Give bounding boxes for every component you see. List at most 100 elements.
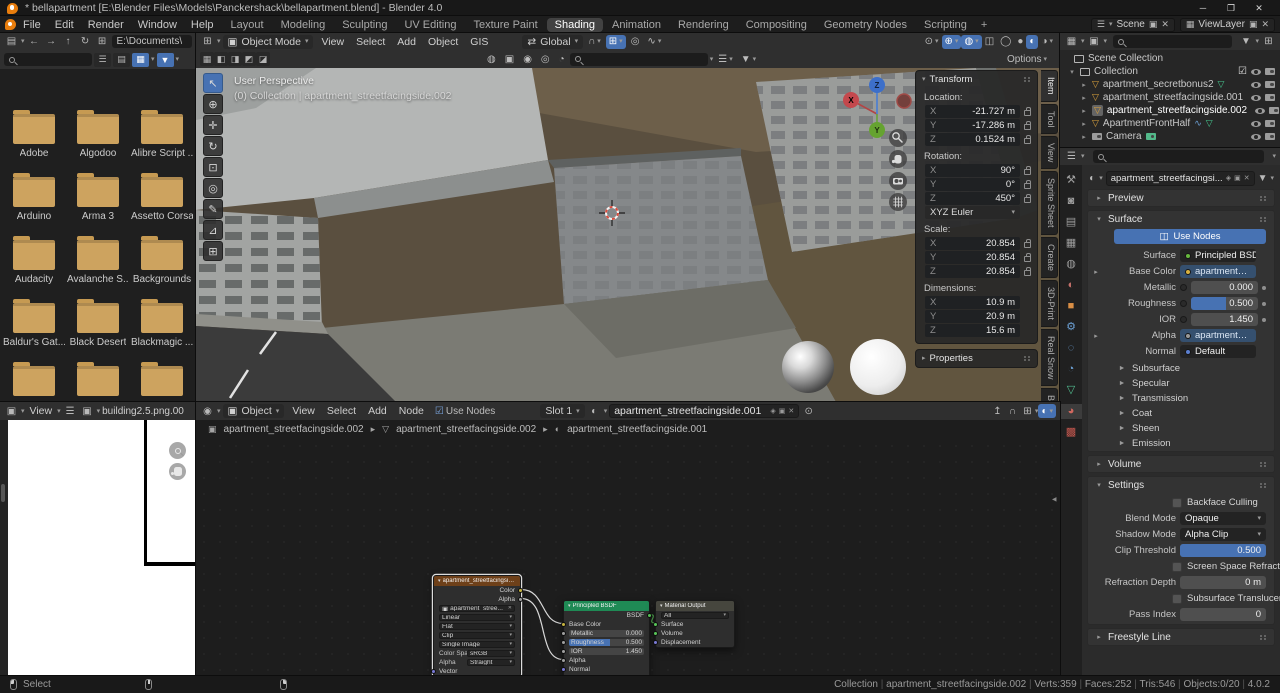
transform-orientation-dropdown[interactable]: ⇄ Global ▾ [522,35,583,49]
settings-panel-header[interactable]: ▾Settings [1088,477,1274,493]
pass-index-slider[interactable]: 0 [1180,608,1266,621]
lock-icon[interactable] [1024,256,1031,262]
material-icon[interactable]: ◐ [1088,173,1096,184]
expand-icon[interactable]: ▸ [1092,268,1100,276]
editor-type-icon[interactable]: ▤ [4,36,19,47]
volume-input-socket[interactable] [653,631,658,636]
breadcrumb-mesh[interactable]: apartment_streetfacingside.002 [396,424,536,435]
folder-item[interactable]: Arma 3 [66,172,130,223]
grid-snap-icon[interactable]: ⊞ [1020,406,1035,417]
camera-row[interactable]: ▸ Camera [1060,130,1280,143]
source-dropdown[interactable]: Single Image▾ [439,641,515,648]
new-folder-button[interactable]: ⊞ [95,36,110,47]
ior-node-slider[interactable]: IOR1.450 [569,648,644,655]
object-visibility-button[interactable]: ⊙▾ [922,35,942,49]
editor-type-icon[interactable]: ◉ [200,406,215,417]
viewport-tool-button[interactable]: ✎ [203,199,223,219]
image-pan-button[interactable] [169,463,186,480]
alpha-field[interactable]: apartment_streetfacin... [1180,329,1256,342]
upload-icon[interactable]: ↥ [990,406,1005,417]
copy-icon[interactable]: ▣ [779,408,786,415]
editor-type-icon[interactable]: ▦ [1064,36,1079,47]
use-nodes-checkbox[interactable]: ☑Use Nodes [432,404,498,418]
lock-icon[interactable] [1024,110,1031,116]
filter-icon[interactable]: ▼ [1238,36,1253,47]
folder-item[interactable]: Alibre Script ... [130,109,194,160]
menu-icon[interactable]: ☰ [63,406,78,417]
sidebar-tab[interactable]: Create [1041,237,1058,278]
lock-icon[interactable] [1024,242,1031,248]
path-field[interactable]: E:\Documents\ [112,35,192,48]
viewport-tool-button[interactable]: ⊞ [203,241,223,261]
viewport-menu-item[interactable]: Add [391,36,422,48]
scene-collection-row[interactable]: Scene Collection [1060,52,1280,65]
proportional-edit-button[interactable]: ◎ [628,35,643,49]
close-button[interactable]: ✕ [1245,3,1273,14]
editor-type-icon[interactable]: ☰ [1064,151,1079,162]
menubar-item[interactable]: File [16,19,48,31]
folder-item[interactable] [66,361,130,402]
hide-viewport-icon[interactable] [1251,69,1261,75]
collection-checkbox[interactable]: ☑ [1238,67,1247,77]
ior-slider[interactable]: 1.450 [1191,313,1258,326]
projection-dropdown[interactable]: Flat▾ [439,623,515,630]
dimensions-y-field[interactable]: Y20.9 m [925,310,1020,323]
axis-x-negative[interactable] [897,94,911,108]
disable-render-icon[interactable] [1269,107,1279,114]
menubar-item[interactable]: Help [184,19,221,31]
hide-viewport-icon[interactable] [1255,108,1265,114]
minimize-button[interactable]: ─ [1189,3,1217,14]
shader-menu-item[interactable]: Select [321,405,362,417]
color-output-socket[interactable] [518,588,523,593]
expand-icon[interactable]: ▸ [1080,133,1088,141]
collection-row[interactable]: ▾ Collection ☑ [1060,65,1280,78]
xray-button[interactable]: ◫ [982,35,997,49]
colorspace-dropdown[interactable]: sRGB▾ [467,650,515,657]
shader-material-field[interactable]: apartment_streetfacingside.001 ◈ ▣ ✕ [609,404,799,418]
viewport-tool-button[interactable]: ⊡ [203,157,223,177]
view-list-button[interactable]: ☰ [94,53,111,67]
shader-menu-item[interactable]: Add [362,405,393,417]
shading-solid-button[interactable]: ● [1014,35,1026,49]
tool-settings-icon[interactable]: ◎ [538,52,553,66]
lock-icon[interactable] [1024,183,1031,189]
location-y-field[interactable]: Y-17.286 m [925,119,1020,132]
expand-icon[interactable]: ▸ [1092,332,1100,340]
chevron-down-icon[interactable]: ▾ [1272,153,1276,160]
tool-settings-icon[interactable]: ◔ [556,52,568,66]
workspace-tab[interactable]: Geometry Nodes [816,18,915,32]
lock-icon[interactable] [1024,169,1031,175]
normal-input-socket[interactable] [561,667,566,672]
shader-menu-item[interactable]: Node [393,405,430,417]
collapsed-section-row[interactable]: ►Sheen [1088,421,1274,436]
freestyle-panel[interactable]: ▸Freestyle Line [1087,628,1275,646]
select-mode-button[interactable]: ◩ [242,52,256,66]
output-target-dropdown[interactable]: All▾ [661,612,729,619]
viewport-tool-button[interactable]: ↖ [203,73,223,93]
menubar-item[interactable]: Edit [48,19,81,31]
breadcrumb-object[interactable]: apartment_streetfacingside.002 [224,424,364,435]
maximize-button[interactable]: ❐ [1217,3,1245,14]
displacement-input-socket[interactable] [653,640,658,645]
shading-material-button[interactable]: ◐ [1026,35,1038,49]
back-button[interactable]: ← [27,36,42,47]
properties-tab[interactable]: ◔ [1060,362,1082,377]
folder-item[interactable] [2,361,66,402]
folder-item[interactable]: Arduino [2,172,66,223]
properties-tab[interactable]: ▩ [1060,425,1082,440]
delete-scene-icon[interactable]: ✕ [1161,19,1169,30]
viewport-menu-item[interactable]: View [315,36,350,48]
metallic-slider[interactable]: 0.000 [1191,281,1258,294]
lock-icon[interactable] [1024,270,1031,276]
viewport-tool-button[interactable]: ⊕ [203,94,223,114]
properties-panel-collapsed[interactable]: ▸Properties [915,349,1038,368]
filter-button[interactable]: ▼ [157,53,174,67]
subsurface-translucency-checkbox[interactable]: Subsurface Translucency [1092,592,1266,605]
hide-viewport-icon[interactable] [1251,95,1261,101]
tool-settings-icon[interactable]: ▣ [502,52,517,66]
filter-icon[interactable]: ▼ [1258,173,1268,184]
blender-menu-icon[interactable] [5,19,16,30]
ior-input-socket[interactable] [561,649,566,654]
material-icon[interactable]: ◐ [587,406,602,417]
editor-type-icon[interactable]: ⊞ [200,36,215,47]
